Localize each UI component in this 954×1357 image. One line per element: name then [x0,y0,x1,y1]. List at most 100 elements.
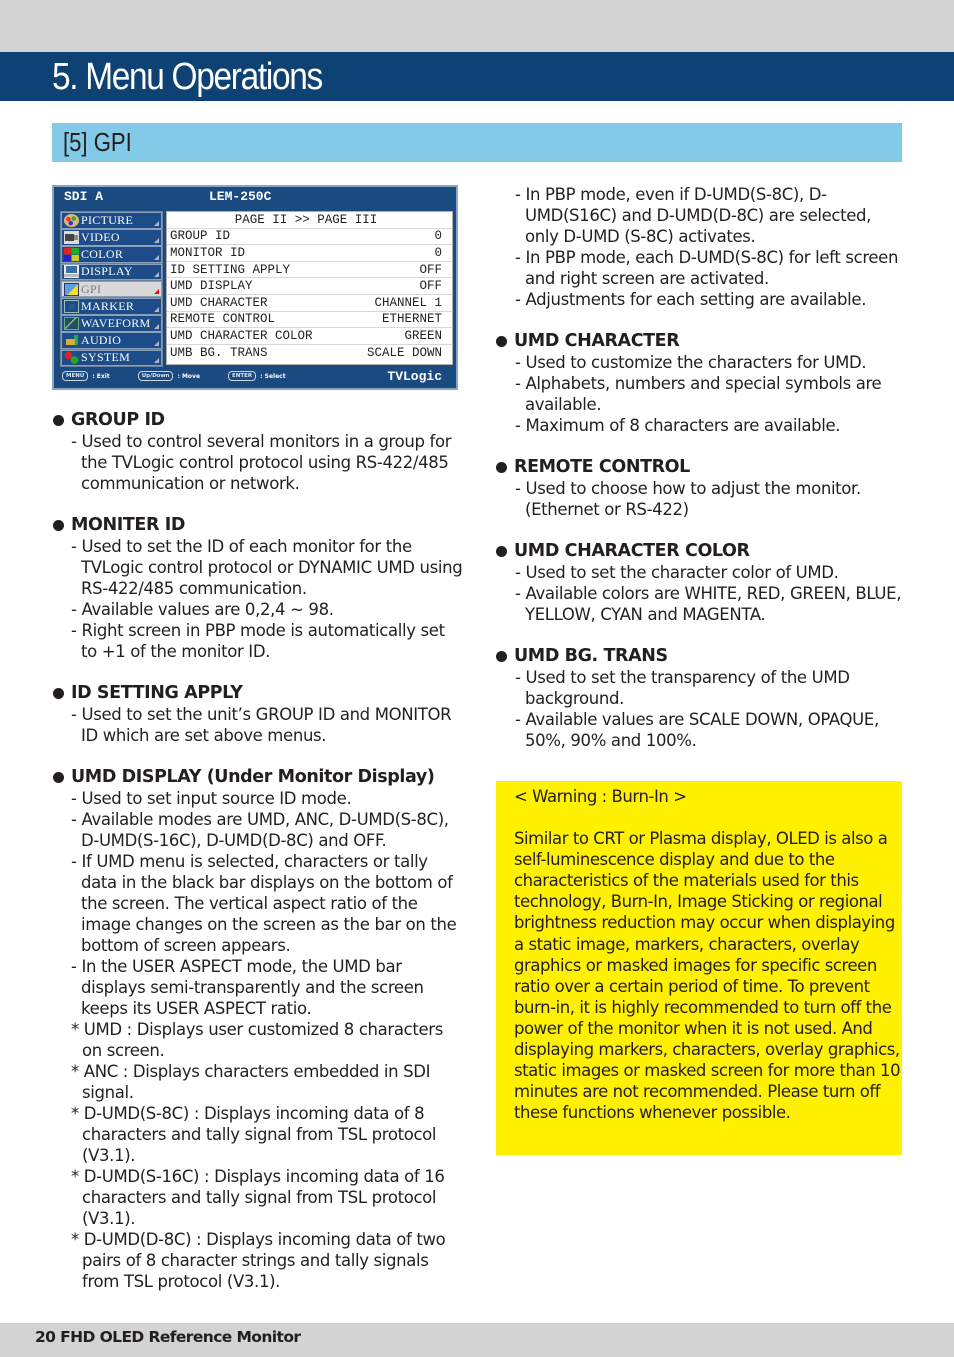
chapter-title: 5. Menu Operations [52,56,323,98]
description-item: - In PBP mode, even if D-UMD(S-8C), D-UM… [515,185,872,246]
section-heading: UMD BG. TRANS [495,646,905,667]
section-heading: UMD DISPLAY (Under Monitor Display) [52,767,464,788]
section-id-setting-apply: ID SETTING APPLY - Used to set the unit’s… [52,683,464,746]
note-item: * UMD : Displays user customized 8 chara… [71,1020,443,1060]
osd-page-header-text: PAGE II >> PAGE III [234,212,378,227]
osd-key-menu: MENU [62,371,89,381]
burn-in-warning-box: < Warning : Burn-In > Similar to CRT or … [496,781,902,1155]
gpi-icon [64,282,79,296]
footer-text: 20 FHD OLED Reference Monitor [35,1328,301,1346]
osd-setting-value: SCALE DOWN [366,346,442,361]
osd-menu-item-gpi: GPI [61,280,162,298]
osd-setting-name: UMD CHARACTER COLOR [170,328,313,343]
osd-menu-item-label: COLOR [81,247,124,262]
description-item: - Used to control several monitors in a … [71,432,452,493]
description-item: - Available colors are WHITE, RED, GREEN… [515,584,902,624]
osd-setting-row: REMOTE CONTROL ETHERNET [167,312,452,329]
note-item: * D-UMD(S-8C) : Displays incoming data o… [71,1104,437,1165]
description-item: - In PBP mode, each D-UMD(S-8C) for left… [515,248,899,288]
section-heading-text: UMD DISPLAY (Under Monitor Display) [71,767,435,787]
osd-key-up-down: Up/Down [137,371,174,381]
bullet-icon [496,546,507,557]
osd-menu-item-display: DISPLAY [61,263,162,281]
description-item: - Used to set input source ID mode. [71,789,352,808]
osd-setting-row: GROUP ID 0 [167,229,452,246]
description-item: - Used to set the unit’s GROUP ID and MO… [71,705,452,745]
osd-key-action: : Select [260,372,286,380]
description-item: - Used to set the ID of each monitor for… [71,537,463,598]
osd-menu-item-label: WAVEFORM [81,315,151,330]
bullet-icon [53,772,64,783]
warning-body: Similar to CRT or Plasma display, OLED i… [514,829,901,1123]
audio-icon [64,334,79,348]
section-title: [5] GPI [63,127,132,157]
corner-arrow-icon [154,358,159,364]
note-item: * ANC : Displays characters embedded in … [71,1062,431,1102]
osd-setting-value: 0 [434,229,442,244]
osd-setting-name: REMOTE CONTROL [170,312,276,327]
section-continued: - In PBP mode, even if D-UMD(S-8C), D-UM… [495,184,905,310]
section-heading-text: UMD BG. TRANS [514,646,668,666]
osd-key-enter: ENTER [228,371,257,381]
corner-arrow-icon [154,341,159,346]
description-item: - Used to set the character color of UMD… [515,563,839,582]
osd-setting-name: UMD DISPLAY [170,279,253,294]
osd-setting-name: GROUP ID [170,229,231,244]
section-heading: REMOTE CONTROL [495,457,905,478]
bullet-icon [53,415,64,426]
camera-icon [64,231,79,245]
osd-menu-item-marker: MARKER [61,297,162,315]
section-umd-character-color: UMD CHARACTER COLOR - Used to set the cha… [495,541,905,625]
description-item: - Used to choose how to adjust the monit… [515,479,861,519]
section-umd-character: UMD CHARACTER - Used to customize the cha… [495,331,905,436]
corner-arrow-icon [154,220,159,226]
description-item: - Available modes are UMD, ANC, D-UMD(S-… [71,810,449,850]
corner-arrow-icon [154,255,159,261]
section-remote-control: REMOTE CONTROL - Used to choose how to ad… [495,457,905,520]
osd-setting-value: GREEN [404,328,442,343]
description-item: - Used to set the transparency of the UM… [515,668,850,708]
description-item: - In the USER ASPECT mode, the UMD bar d… [71,957,424,1018]
osd-menu-item-label: PICTURE [81,212,134,227]
section-heading-text: UMD CHARACTER [514,331,680,351]
bullet-icon [496,336,507,347]
osd-menu-sidebar: PICTURE VIDEO COLOR DISPLAY GPI MARKER WAVEFOR… [60,211,163,367]
osd-key-hints: MENU: Exit Up/Down: Move ENTER: Select [62,371,286,381]
section-heading: MONITER ID [52,515,464,536]
bullet-icon [53,688,64,699]
section-heading: UMD CHARACTER [495,331,905,352]
osd-menu-item-label: MARKER [81,298,135,313]
description-item: - Alphabets, numbers and special symbols… [515,374,882,414]
palette-icon [64,213,79,227]
right-column: - In PBP mode, even if D-UMD(S-8C), D-UM… [495,184,905,772]
section-heading: UMD CHARACTER COLOR [495,541,905,562]
osd-setting-row: UMD CHARACTER COLOR GREEN [167,328,452,345]
osd-setting-row: ID SETTING APPLY OFF [167,262,452,279]
osd-setting-name: MONITOR ID [170,245,246,260]
osd-menu-screenshot: SDI A LEM-250C PICTURE VIDEO COLOR DISPLAY G… [52,185,458,390]
osd-menu-item-label: GPI [81,281,102,296]
osd-model-label: LEM-250C [209,189,272,204]
osd-setting-row: MONITOR ID 0 [167,245,452,262]
left-column: GROUP ID - Used to control several monito… [52,410,464,1313]
section-title-bar: [5] GPI [52,123,902,162]
section-heading-text: REMOTE CONTROL [514,457,690,477]
osd-setting-name: ID SETTING APPLY [170,262,291,277]
description-item: - Maximum of 8 characters are available. [515,416,841,435]
osd-key-action: : Exit [92,372,110,380]
osd-setting-value: OFF [419,279,442,294]
section-heading: GROUP ID [52,410,464,431]
osd-setting-row: UMB BG. TRANS SCALE DOWN [167,345,452,362]
section-heading-text: GROUP ID [71,410,165,430]
section-heading-text: ID SETTING APPLY [71,683,243,703]
description-item: - Available values are 0,2,4 ~ 98. [71,600,334,619]
section-group-id: GROUP ID - Used to control several monito… [52,410,464,494]
osd-setting-value: 0 [434,245,442,260]
description-item: - Available values are SCALE DOWN, OPAQU… [515,710,879,750]
section-umd-display-under-monitor-display: UMD DISPLAY (Under Monitor Display) - Use… [52,767,464,1292]
osd-setting-value: CHANNEL 1 [374,295,442,310]
osd-menu-item-label: SYSTEM [81,350,131,365]
bullet-icon [53,520,64,531]
section-heading-text: UMD CHARACTER COLOR [514,541,750,561]
top-strip [0,0,954,52]
